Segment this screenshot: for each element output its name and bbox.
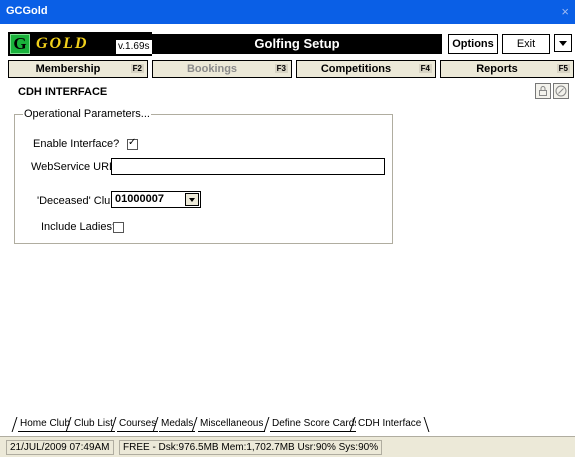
- window-title: GCGold: [6, 5, 48, 17]
- dropdown-button[interactable]: [185, 193, 199, 206]
- status-bar: 21/JUL/2009 07:49AM FREE - Dsk:976.5MB M…: [0, 436, 575, 457]
- title-bar: GCGold ×: [0, 0, 575, 24]
- operational-parameters-group: Operational Parameters... Enable Interfa…: [14, 108, 393, 244]
- options-button[interactable]: Options: [448, 34, 498, 54]
- app-logo: G GOLD v.1.69s: [8, 32, 152, 56]
- group-label: Operational Parameters...: [23, 108, 151, 120]
- page-title: CDH INTERFACE: [18, 86, 108, 98]
- subtab-club-list[interactable]: Club List: [72, 417, 115, 432]
- lock-icon[interactable]: [535, 83, 551, 99]
- chevron-down-icon: [559, 41, 567, 46]
- exit-button[interactable]: Exit: [502, 34, 550, 54]
- nav-tab-label: Bookings: [186, 63, 238, 75]
- nav-tab-label: Membership: [35, 63, 101, 75]
- check-icon: ✓: [128, 137, 137, 148]
- deceased-club-label: 'Deceased' Club:: [37, 195, 120, 207]
- deceased-club-select[interactable]: 01000007: [111, 191, 201, 208]
- nav-tab-membership[interactable]: Membership F2: [8, 60, 148, 78]
- nav-tab-competitions[interactable]: Competitions F4: [296, 60, 436, 78]
- module-title: Golfing Setup: [152, 34, 442, 54]
- webservice-url-input[interactable]: [111, 158, 385, 175]
- nav-tab-label: Reports: [476, 63, 518, 75]
- nav-tab-label: Competitions: [320, 63, 392, 75]
- subtab-define-score-cards[interactable]: Define Score Cards: [270, 417, 362, 432]
- status-datetime: 21/JUL/2009 07:49AM: [6, 440, 114, 455]
- hotkey-badge: F2: [130, 64, 144, 73]
- include-ladies-checkbox[interactable]: [113, 222, 124, 233]
- record-icon[interactable]: [553, 83, 569, 99]
- status-resources: FREE - Dsk:976.5MB Mem:1,702.7MB Usr:90%…: [119, 440, 383, 455]
- subtab-home-club[interactable]: Home Club: [18, 417, 73, 432]
- version-label: v.1.69s: [116, 40, 152, 54]
- include-ladies-label: Include Ladies?: [41, 221, 119, 233]
- hotkey-badge: F5: [556, 64, 570, 73]
- logo-g-icon: G: [10, 34, 30, 54]
- webservice-url-label: WebService URL:: [31, 161, 119, 173]
- logo-word: GOLD: [36, 35, 89, 52]
- hotkey-badge: F3: [274, 64, 288, 73]
- deceased-club-value: 01000007: [115, 193, 164, 205]
- menu-dropdown-button[interactable]: [554, 34, 572, 52]
- chevron-down-icon: [189, 198, 195, 202]
- subtab-cdh-interface[interactable]: CDH Interface: [356, 417, 424, 432]
- hotkey-badge: F4: [418, 64, 432, 73]
- subtab-medals[interactable]: Medals: [159, 417, 196, 432]
- enable-interface-checkbox[interactable]: ✓: [127, 137, 138, 150]
- nav-tab-bookings[interactable]: Bookings F3: [152, 60, 292, 78]
- app-area: G GOLD v.1.69s Golfing Setup Options Exi…: [0, 24, 575, 457]
- enable-interface-label: Enable Interface?: [33, 138, 120, 150]
- nav-tab-reports[interactable]: Reports F5: [440, 60, 574, 78]
- close-icon[interactable]: ×: [561, 5, 569, 18]
- subtab-miscellaneous[interactable]: Miscellaneous: [198, 417, 266, 432]
